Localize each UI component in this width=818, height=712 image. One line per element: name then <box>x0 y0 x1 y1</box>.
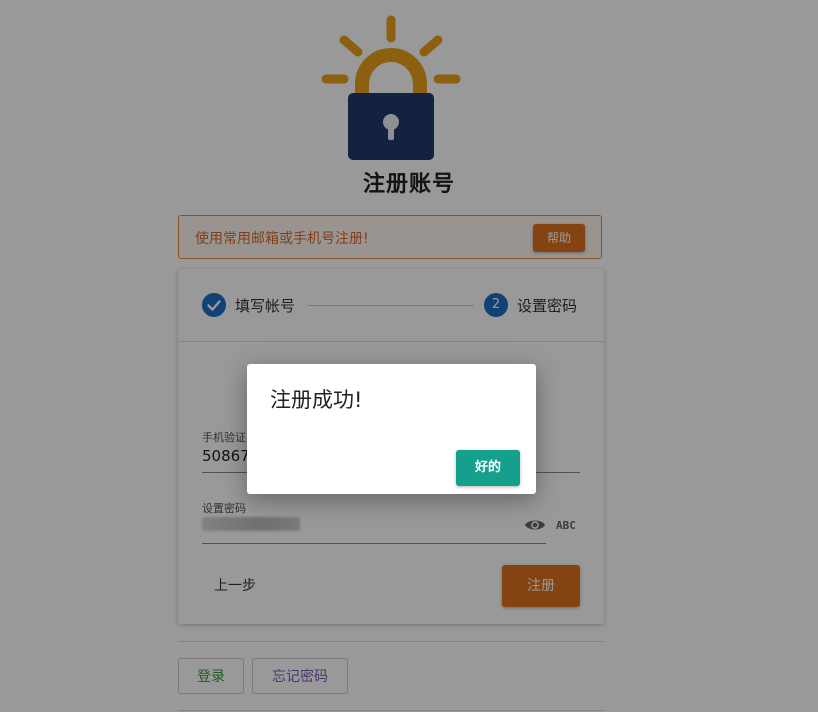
ok-button[interactable]: 好的 <box>456 450 520 486</box>
dialog-title: 注册成功! <box>270 388 363 412</box>
success-dialog: 注册成功! 好的 <box>247 364 536 494</box>
register-page: 注册账号 使用常用邮箱或手机号注册! 帮助 填写帐号 2 设置密码 手机验证 5… <box>0 0 818 712</box>
modal-overlay[interactable] <box>0 0 818 712</box>
